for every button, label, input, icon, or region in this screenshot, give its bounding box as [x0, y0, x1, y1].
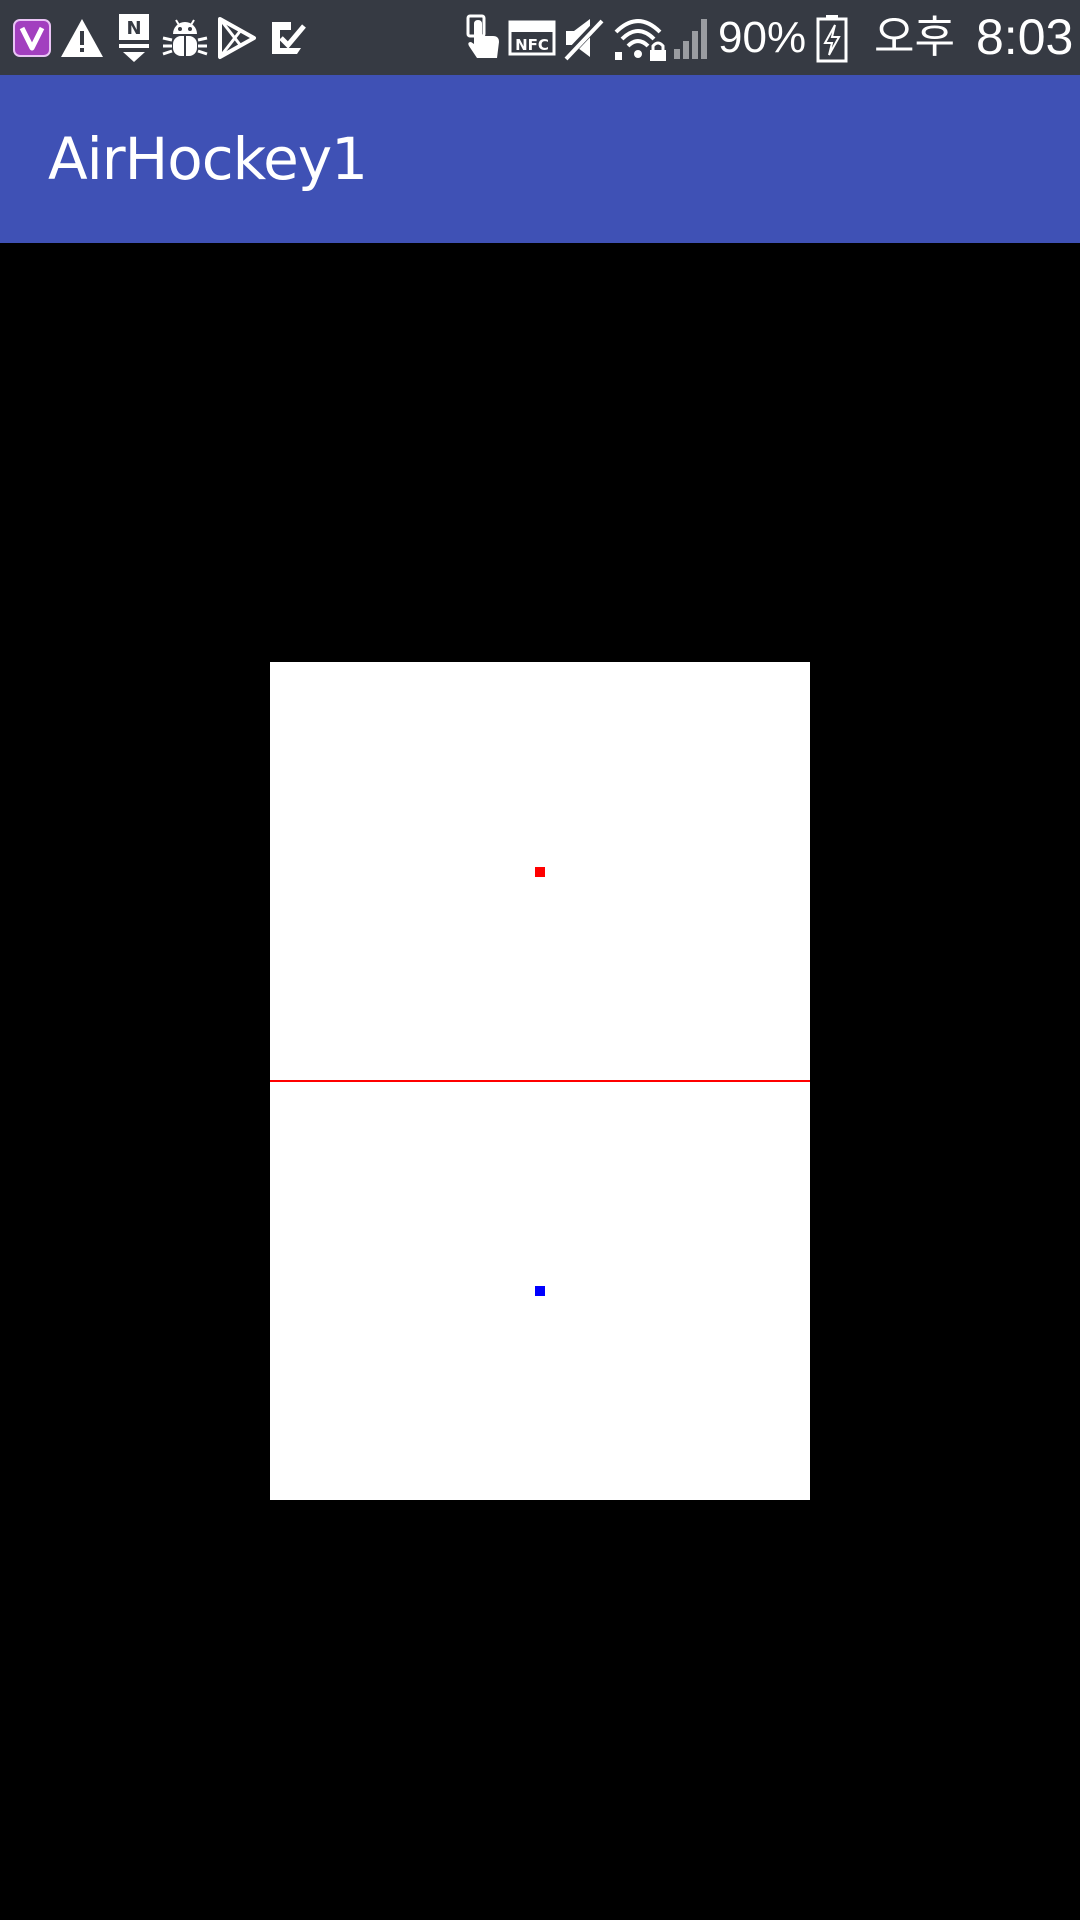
touch-icon — [462, 0, 504, 75]
status-bar: N NFC 90% 오후 8:03 — [0, 0, 1080, 75]
blue-mallet[interactable] — [535, 1286, 545, 1296]
clock-time: 8:03 — [976, 9, 1074, 65]
app-bar: AirHockey1 — [0, 75, 1080, 243]
center-line — [270, 1080, 810, 1082]
ampm-label: 오후 — [874, 13, 955, 62]
app-title: AirHockey1 — [48, 125, 368, 193]
svg-text:N: N — [126, 18, 141, 39]
mute-icon — [560, 0, 606, 75]
air-hockey-table[interactable] — [270, 662, 810, 1500]
nfc-label: NFC — [515, 36, 549, 54]
signal-icon — [672, 0, 712, 75]
warning-icon — [58, 0, 106, 75]
viber-icon — [12, 0, 52, 75]
android-debug-icon — [160, 0, 210, 75]
battery-percent: 90% — [718, 13, 807, 62]
naver-download-icon: N — [116, 0, 152, 75]
nfc-icon: NFC — [508, 0, 556, 75]
battery-charging-icon — [814, 0, 850, 75]
wifi-locked-icon — [612, 0, 668, 75]
task-check-icon — [266, 0, 308, 75]
red-mallet[interactable] — [535, 867, 545, 877]
play-store-icon — [216, 0, 258, 75]
